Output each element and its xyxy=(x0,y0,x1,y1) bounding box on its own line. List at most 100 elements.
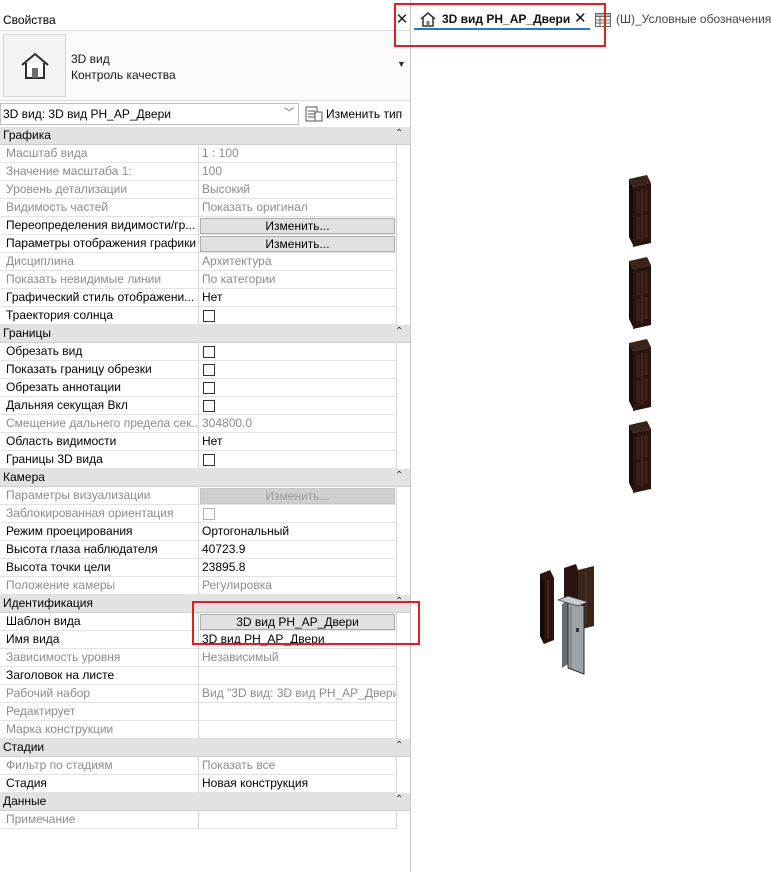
property-row: Траектория солнца xyxy=(0,307,410,325)
property-row: Фильтр по стадиям Показать все xyxy=(0,757,410,775)
property-name: Стадия xyxy=(0,775,199,793)
dropdown-arrow-icon[interactable]: ▼ xyxy=(397,59,406,69)
view-tab-bar: 3D вид РН_АР_Двери ✕ (Ш)_Условные обозна… xyxy=(412,0,771,40)
property-value xyxy=(199,721,397,739)
category-header[interactable]: Идентификация ⌃ xyxy=(0,595,410,613)
property-row: Границы 3D вида xyxy=(0,451,410,469)
property-row: Марка конструкции xyxy=(0,721,410,739)
row-gutter xyxy=(397,667,410,685)
property-value[interactable]: Ортогональный xyxy=(199,523,397,541)
property-name: Зависимость уровня xyxy=(0,649,199,667)
property-value xyxy=(199,505,397,523)
row-gutter xyxy=(397,181,410,199)
tab-3d-view[interactable]: 3D вид РН_АР_Двери ✕ xyxy=(414,9,590,30)
property-checkbox[interactable] xyxy=(203,454,215,466)
property-row: Область видимости Нет xyxy=(0,433,410,451)
property-value xyxy=(199,811,397,829)
close-icon[interactable]: ✕ xyxy=(574,9,587,27)
property-value[interactable]: Нет xyxy=(199,289,397,307)
collapse-icon[interactable]: ⌃ xyxy=(395,128,403,139)
property-row: Обрезать аннотации xyxy=(0,379,410,397)
property-value: Вид "3D вид: 3D вид РН_АР_Двери" xyxy=(199,685,397,703)
category-header[interactable]: Данные ⌃ xyxy=(0,793,410,811)
property-name: Графический стиль отображени... xyxy=(0,289,199,307)
property-row: Примечание xyxy=(0,811,410,829)
property-name: Уровень детализации xyxy=(0,181,199,199)
property-name: Фильтр по стадиям xyxy=(0,757,199,775)
property-value[interactable] xyxy=(199,397,397,415)
property-value: Архитектура xyxy=(199,253,397,271)
property-checkbox[interactable] xyxy=(203,382,215,394)
property-value[interactable] xyxy=(199,307,397,325)
tab-schedule[interactable]: (Ш)_Условные обозначения xyxy=(592,9,771,30)
property-edit-button[interactable]: Изменить... xyxy=(200,236,395,252)
collapse-icon[interactable]: ⌃ xyxy=(395,326,403,337)
collapse-icon[interactable]: ⌃ xyxy=(395,596,403,607)
property-value[interactable]: 3D вид РН_АР_Двери xyxy=(199,631,397,649)
property-value[interactable] xyxy=(199,451,397,469)
property-checkbox[interactable] xyxy=(203,310,215,322)
category-header[interactable]: Стадии ⌃ xyxy=(0,739,410,757)
row-gutter xyxy=(397,559,410,577)
property-checkbox[interactable] xyxy=(203,346,215,358)
property-value[interactable] xyxy=(199,343,397,361)
close-icon[interactable]: ✕ xyxy=(393,10,410,30)
row-gutter xyxy=(397,721,410,739)
property-value[interactable]: Изменить... xyxy=(199,235,397,253)
row-gutter xyxy=(397,145,410,163)
property-checkbox[interactable] xyxy=(203,364,215,376)
category-header[interactable]: Границы ⌃ xyxy=(0,325,410,343)
property-name: Область видимости xyxy=(0,433,199,451)
property-row: Обрезать вид xyxy=(0,343,410,361)
property-checkbox xyxy=(203,508,215,520)
type-selector[interactable]: 3D вид Контроль качества ▼ xyxy=(0,30,410,101)
row-gutter xyxy=(397,775,410,793)
collapse-icon[interactable]: ⌃ xyxy=(395,470,403,481)
property-value[interactable]: 23895.8 xyxy=(199,559,397,577)
property-value[interactable]: Нет xyxy=(199,433,397,451)
edit-type-button[interactable]: Изменить тип xyxy=(303,103,409,125)
property-name: Дисциплина xyxy=(0,253,199,271)
property-value[interactable]: Изменить... xyxy=(199,217,397,235)
row-gutter xyxy=(397,577,410,595)
property-value[interactable]: Новая конструкция xyxy=(199,775,397,793)
door-model[interactable] xyxy=(629,421,651,493)
3d-viewport[interactable] xyxy=(412,40,771,872)
row-gutter xyxy=(397,217,410,235)
property-value[interactable]: 3D вид РН_АР_Двери xyxy=(199,613,397,631)
property-value: Независимый xyxy=(199,649,397,667)
property-edit-button[interactable]: Изменить... xyxy=(200,218,395,234)
category-header[interactable]: Камера ⌃ xyxy=(0,469,410,487)
collapse-icon[interactable]: ⌃ xyxy=(395,740,403,751)
property-value[interactable] xyxy=(199,379,397,397)
door-model[interactable] xyxy=(629,175,651,247)
chevron-down-icon: ﹀ xyxy=(284,108,294,119)
property-name: Высота точки цели xyxy=(0,559,199,577)
property-checkbox[interactable] xyxy=(203,400,215,412)
collapse-icon[interactable]: ⌃ xyxy=(395,794,403,805)
property-value[interactable] xyxy=(199,667,397,685)
property-edit-button[interactable]: 3D вид РН_АР_Двери xyxy=(200,614,395,630)
type-subtitle: Контроль качества xyxy=(71,68,176,82)
door-model[interactable] xyxy=(629,339,651,411)
property-row: Переопределения видимости/гр... Изменить.… xyxy=(0,217,410,235)
property-value[interactable] xyxy=(199,361,397,379)
property-value: Показать оригинал xyxy=(199,199,397,217)
instance-dropdown[interactable]: 3D вид: 3D вид РН_АР_Двери ﹀ xyxy=(0,103,299,125)
property-value[interactable]: 40723.9 xyxy=(199,541,397,559)
property-name: Имя вида xyxy=(0,631,199,649)
row-gutter xyxy=(397,415,410,433)
property-name: Смещение дальнего предела сек... xyxy=(0,415,199,433)
door-group-model[interactable] xyxy=(540,564,594,675)
property-name: Дальняя секущая Вкл xyxy=(0,397,199,415)
property-name: Шаблон вида xyxy=(0,613,199,631)
row-gutter xyxy=(397,271,410,289)
row-gutter xyxy=(397,433,410,451)
door-model[interactable] xyxy=(629,257,651,329)
row-gutter xyxy=(397,451,410,469)
row-gutter xyxy=(397,343,410,361)
property-value: 1 : 100 xyxy=(199,145,397,163)
property-name: Заголовок на листе xyxy=(0,667,199,685)
panel-title: Свойства xyxy=(3,13,56,27)
category-header[interactable]: Графика ⌃ xyxy=(0,127,410,145)
